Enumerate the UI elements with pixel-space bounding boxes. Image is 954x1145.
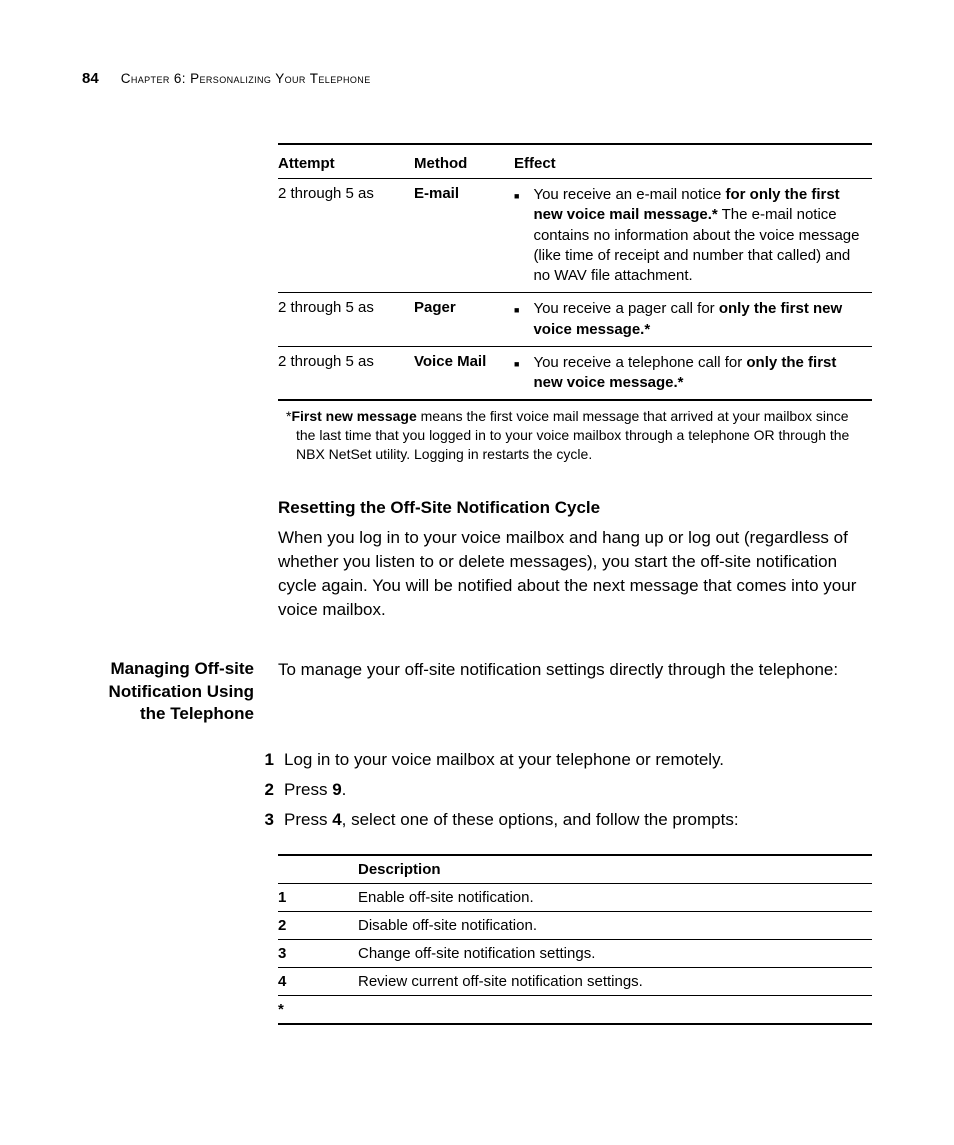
table-row: *: [278, 995, 872, 1024]
table-row: 2 through 5 as E-mail ■ You receive an e…: [278, 179, 872, 293]
running-header: 84 Chapter 6: Personalizing Your Telepho…: [82, 70, 872, 87]
table-footnote: *First new message means the first voice…: [278, 401, 872, 464]
page-number: 84: [82, 70, 99, 87]
bullet-icon: ■: [514, 358, 519, 394]
step-text: Press 4, select one of these options, an…: [284, 810, 739, 830]
step-item: 3 Press 4, select one of these options, …: [278, 810, 872, 830]
subsection-heading: Resetting the Off-Site Notification Cycl…: [278, 498, 872, 518]
cell-effect: ■ You receive a pager call for only the …: [514, 293, 872, 347]
col-key: [278, 855, 358, 884]
effect-text: You receive a telephone call for only th…: [533, 353, 864, 394]
option-key: 3: [278, 939, 358, 967]
steps-column: 1 Log in to your voice mailbox at your t…: [278, 750, 872, 1025]
step-text: Press 9.: [284, 780, 346, 800]
col-description: Description: [358, 855, 872, 884]
options-table: Description 1 Enable off-site notificati…: [278, 854, 872, 1025]
steps-list: 1 Log in to your voice mailbox at your t…: [278, 750, 872, 830]
col-attempt: Attempt: [278, 144, 414, 179]
option-key: 2: [278, 911, 358, 939]
option-description: Change off-site notification settings.: [358, 939, 872, 967]
effect-text: You receive an e-mail notice for only th…: [533, 185, 864, 286]
body-paragraph: When you log in to your voice mailbox an…: [278, 526, 872, 623]
effect-text: You receive a pager call for only the fi…: [533, 299, 864, 340]
bullet-icon: ■: [514, 190, 519, 286]
bullet-icon: ■: [514, 304, 519, 340]
step-number: 3: [252, 810, 274, 830]
col-method: Method: [414, 144, 514, 179]
option-description: Review current off-site notification set…: [358, 967, 872, 995]
cell-attempt: 2 through 5 as: [278, 346, 414, 400]
cell-method: Voice Mail: [414, 346, 514, 400]
step-text: Log in to your voice mailbox at your tel…: [284, 750, 724, 770]
table-row: 4 Review current off-site notification s…: [278, 967, 872, 995]
side-body: To manage your off-site notification set…: [278, 658, 872, 725]
table-row: 3 Change off-site notification settings.: [278, 939, 872, 967]
option-key: *: [278, 995, 358, 1024]
table-row: 1 Enable off-site notification.: [278, 883, 872, 911]
cell-effect: ■ You receive a telephone call for only …: [514, 346, 872, 400]
chapter-label: Chapter 6: Personalizing Your Telephone: [121, 71, 371, 86]
document-page: 84 Chapter 6: Personalizing Your Telepho…: [0, 0, 954, 1145]
intro-paragraph: To manage your off-site notification set…: [278, 658, 872, 682]
table-row: 2 Disable off-site notification.: [278, 911, 872, 939]
cell-method: Pager: [414, 293, 514, 347]
step-item: 2 Press 9.: [278, 780, 872, 800]
cell-effect: ■ You receive an e-mail notice for only …: [514, 179, 872, 293]
table-row: 2 through 5 as Voice Mail ■ You receive …: [278, 346, 872, 400]
option-key: 1: [278, 883, 358, 911]
side-heading: Managing Off-site Notification Using the…: [82, 658, 278, 725]
notification-methods-table: Attempt Method Effect 2 through 5 as E-m…: [278, 143, 872, 401]
cell-attempt: 2 through 5 as: [278, 179, 414, 293]
option-description: Enable off-site notification.: [358, 883, 872, 911]
option-key: 4: [278, 967, 358, 995]
option-description: [358, 995, 872, 1024]
option-description: Disable off-site notification.: [358, 911, 872, 939]
main-content-column: Attempt Method Effect 2 through 5 as E-m…: [278, 143, 872, 622]
step-item: 1 Log in to your voice mailbox at your t…: [278, 750, 872, 770]
table-row: 2 through 5 as Pager ■ You receive a pag…: [278, 293, 872, 347]
cell-attempt: 2 through 5 as: [278, 293, 414, 347]
step-number: 2: [252, 780, 274, 800]
cell-method: E-mail: [414, 179, 514, 293]
col-effect: Effect: [514, 144, 872, 179]
side-heading-section: Managing Off-site Notification Using the…: [82, 658, 872, 725]
step-number: 1: [252, 750, 274, 770]
